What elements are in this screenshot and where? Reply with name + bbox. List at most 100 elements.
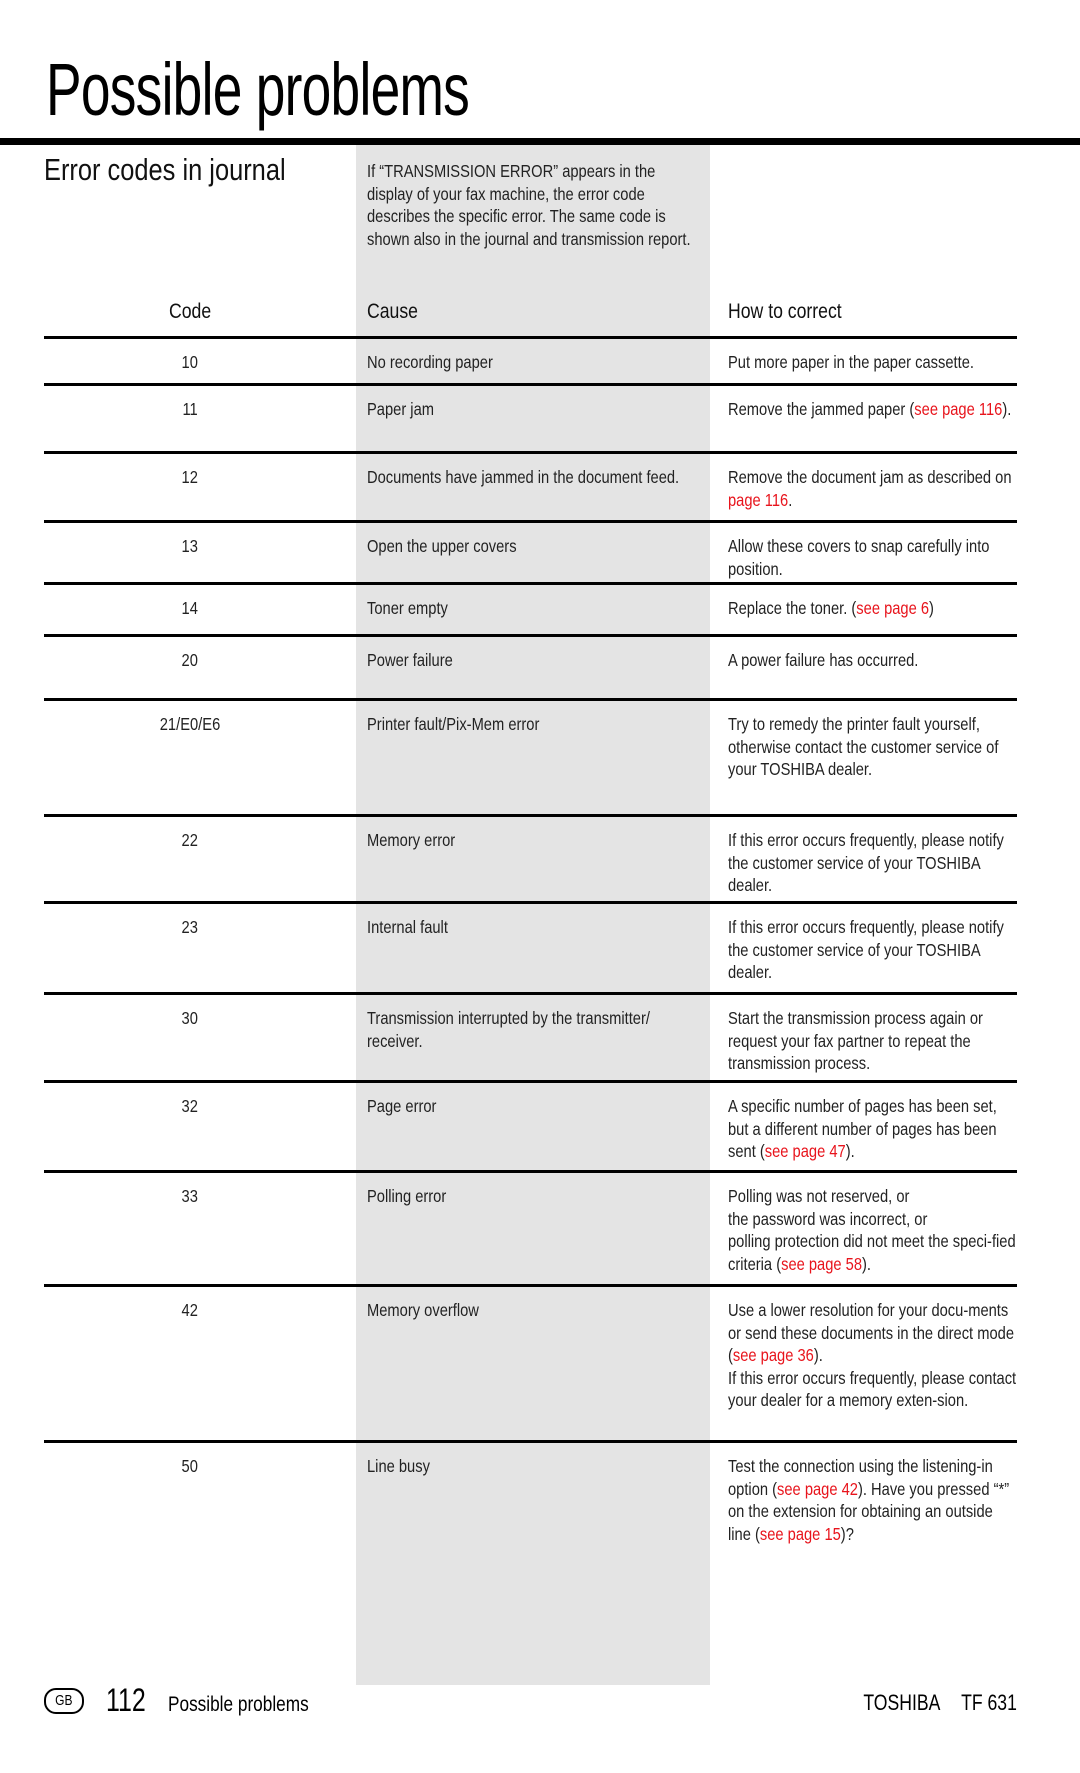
correction-text: . — [788, 489, 793, 510]
error-correction: Remove the jammed paper (see page 116). — [728, 398, 1017, 421]
error-code: 12 — [181, 467, 199, 487]
error-cause: Internal fault — [367, 917, 448, 937]
error-cause: Paper jam — [367, 399, 435, 419]
error-correction: Use a lower resolution for your docu-men… — [728, 1299, 1017, 1412]
correction-text: the password was incorrect, or — [728, 1208, 928, 1229]
column-header-code: Code — [169, 300, 212, 323]
correction-text: ). — [862, 1253, 872, 1274]
page-title: Possible problems — [46, 48, 470, 131]
language-badge: GB — [44, 1688, 84, 1714]
correction-text: A power failure has occurred. — [728, 650, 919, 670]
error-cause: Line busy — [367, 1456, 430, 1476]
page-reference-link[interactable]: see page 47 — [765, 1141, 846, 1161]
row-divider — [44, 992, 1017, 995]
row-divider — [44, 1170, 1017, 1173]
correction-text: Start the transmission process again or … — [728, 1008, 983, 1073]
error-correction: Allow these covers to snap carefully int… — [728, 535, 1017, 580]
page-footer: GB 112 Possible problems TOSHIBA TF 631 — [0, 1682, 1080, 1722]
row-divider — [44, 383, 1017, 386]
page-reference-link[interactable]: page 116 — [728, 490, 788, 510]
error-correction: Remove the document jam as described on … — [728, 466, 1017, 511]
correction-text: polling protection did not meet the spec… — [728, 1231, 1016, 1274]
error-correction: Try to remedy the printer fault yourself… — [728, 713, 1017, 781]
brand-model: TOSHIBA TF 631 — [863, 1690, 1017, 1716]
error-cause: Documents have jammed in the document fe… — [367, 467, 680, 487]
error-cause: Power failure — [367, 650, 453, 670]
page-reference-link[interactable]: see page 6 — [856, 598, 929, 618]
error-correction: A specific number of pages has been set,… — [728, 1095, 1017, 1163]
header-divider — [44, 336, 1017, 339]
intro-paragraph: If “TRANSMISSION ERROR” appears in the d… — [367, 161, 691, 249]
row-divider — [44, 520, 1017, 523]
error-code: 21/E0/E6 — [159, 714, 221, 734]
correction-text: )? — [840, 1523, 854, 1544]
error-cause: Memory overflow — [367, 1300, 479, 1320]
error-code: 42 — [181, 1300, 199, 1320]
correction-text: ) — [929, 598, 934, 618]
correction-text: Allow these covers to snap carefully int… — [728, 536, 990, 579]
correction-text: If this error occurs frequently, please … — [728, 917, 1004, 982]
page-reference-link[interactable]: see page 36 — [733, 1345, 814, 1365]
error-correction: A power failure has occurred. — [728, 649, 1017, 672]
row-divider — [44, 582, 1017, 585]
correction-text: Remove the document jam as described on — [728, 467, 1012, 487]
correction-text: Polling was not reserved, or — [728, 1186, 910, 1206]
footer-section-title: Possible problems — [168, 1693, 309, 1716]
page-reference-link[interactable]: see page 58 — [781, 1254, 862, 1274]
error-cause: Page error — [367, 1096, 437, 1116]
error-code: 11 — [182, 399, 198, 419]
row-divider — [44, 901, 1017, 904]
row-divider — [44, 1284, 1017, 1287]
error-code: 10 — [181, 352, 199, 372]
page-number: 112 — [106, 1682, 146, 1718]
error-cause: Memory error — [367, 830, 456, 850]
error-cause: Open the upper covers — [367, 536, 517, 556]
error-code: 13 — [181, 536, 199, 556]
column-header-cause: Cause — [367, 300, 418, 323]
model-name: TF 631 — [961, 1690, 1017, 1715]
error-cause: Transmission interrupted by the transmit… — [367, 1008, 650, 1051]
section-title: Error codes in journal — [44, 152, 286, 187]
column-header-correction: How to correct — [728, 300, 842, 323]
error-code: 23 — [181, 917, 199, 937]
title-divider — [0, 138, 1080, 145]
error-cause: Printer fault/Pix-Mem error — [367, 714, 540, 734]
correction-text: Replace the toner. ( — [728, 598, 857, 618]
page-reference-link[interactable]: see page 116 — [914, 399, 1002, 419]
error-cause: Toner empty — [367, 598, 448, 618]
brand-name: TOSHIBA — [863, 1690, 941, 1715]
page-reference-link[interactable]: see page 42 — [777, 1479, 858, 1499]
correction-text: Try to remedy the printer fault yourself… — [728, 714, 999, 779]
page-reference-link[interactable]: see page 15 — [760, 1524, 841, 1544]
correction-text: ). — [813, 1345, 823, 1365]
error-correction: If this error occurs frequently, please … — [728, 916, 1017, 984]
row-divider — [44, 698, 1017, 701]
error-correction: Put more paper in the paper cassette. — [728, 351, 1017, 374]
correction-text: ). — [1002, 399, 1012, 419]
row-divider — [44, 634, 1017, 637]
error-correction: Test the connection using the listening-… — [728, 1455, 1017, 1545]
error-code: 50 — [181, 1456, 199, 1476]
error-code: 20 — [181, 650, 199, 670]
correction-text: If this error occurs frequently, please … — [728, 830, 1004, 895]
correction-text: If this error occurs frequently, please … — [728, 1367, 1017, 1411]
error-code: 32 — [181, 1096, 199, 1116]
row-divider — [44, 1440, 1017, 1443]
row-divider — [44, 1080, 1017, 1083]
error-cause: No recording paper — [367, 352, 493, 372]
error-code: 14 — [181, 598, 199, 618]
error-correction: Replace the toner. (see page 6) — [728, 597, 1017, 620]
cause-column-shading — [356, 145, 710, 1685]
row-divider — [44, 451, 1017, 454]
error-correction: Polling was not reserved, or the password… — [728, 1185, 1017, 1275]
error-correction: Start the transmission process again or … — [728, 1007, 1017, 1075]
error-code: 30 — [181, 1008, 199, 1028]
error-code: 22 — [181, 830, 199, 850]
correction-text: Remove the jammed paper ( — [728, 399, 915, 419]
correction-text: ). — [845, 1141, 855, 1161]
correction-text: Put more paper in the paper cassette. — [728, 352, 974, 372]
error-code: 33 — [181, 1186, 199, 1206]
error-correction: If this error occurs frequently, please … — [728, 829, 1017, 897]
row-divider — [44, 814, 1017, 817]
error-cause: Polling error — [367, 1186, 447, 1206]
